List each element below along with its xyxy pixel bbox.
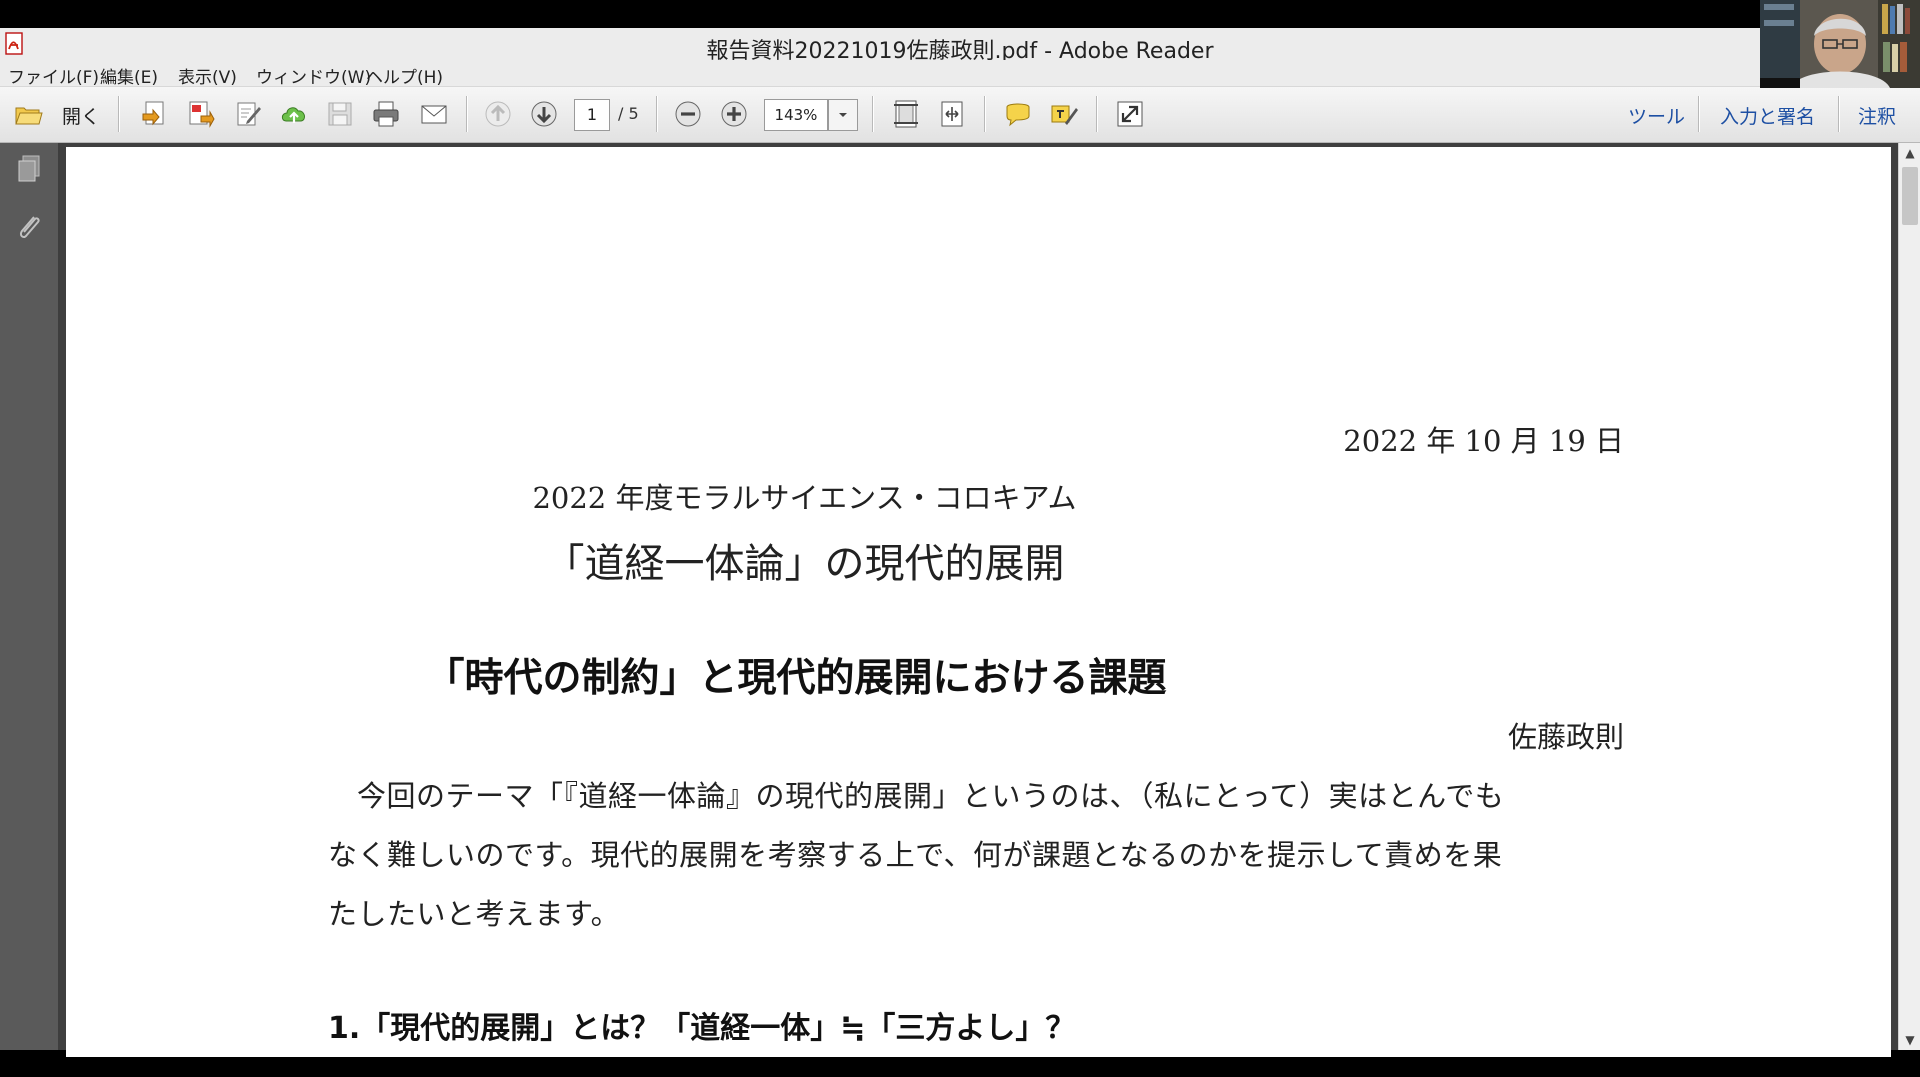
menu-view[interactable]: 表示(V) [178, 63, 237, 88]
zoom-out-icon [675, 101, 701, 127]
highlight-button[interactable] [1048, 98, 1080, 130]
fit-page-button[interactable] [890, 98, 922, 130]
fit-page-icon [894, 100, 918, 128]
email-icon [421, 105, 447, 124]
page-total: / 5 [618, 104, 639, 123]
print-icon [373, 101, 399, 127]
pages-panel-icon[interactable] [14, 153, 44, 187]
navigation-pane [0, 143, 60, 1050]
create-pdf-icon [142, 101, 164, 126]
full-screen-button[interactable] [1114, 98, 1146, 130]
fit-width-icon [941, 101, 963, 127]
toolbar-divider [984, 96, 986, 132]
document-date: 2022 年 10 月 19 日 [1343, 424, 1624, 458]
zoom-level-input[interactable]: 143% [764, 99, 828, 131]
open-button[interactable] [12, 98, 44, 130]
zoom-out-button[interactable] [672, 98, 704, 130]
fit-width-button[interactable] [936, 98, 968, 130]
scroll-thumb[interactable] [1902, 167, 1918, 225]
paragraph-line-1: 今回のテーマ「『道経一体論』の現代的展開」というのは、（私にとって）実はとんでも [357, 779, 1505, 813]
open-label[interactable]: 開く [62, 102, 100, 129]
menu-help[interactable]: ヘルプ(H) [366, 63, 443, 88]
event-title: 2022 年度モラルサイエンス・コロキアム [532, 481, 1077, 515]
toolbar: 開く 1 / 5 143% ツール 入力と署名 注釈 [0, 87, 1920, 143]
page-number-input[interactable]: 1 [574, 99, 610, 131]
export-pdf-icon [189, 101, 215, 128]
save-icon [328, 102, 352, 126]
comment-tab[interactable]: 注釈 [1858, 102, 1896, 129]
email-button[interactable] [418, 98, 450, 130]
previous-page-button[interactable] [482, 98, 514, 130]
export-pdf-button[interactable] [184, 98, 216, 130]
toolbar-divider [1698, 96, 1700, 132]
menu-bar: ファイル(F) 編集(E) 表示(V) ウィンドウ(W) ヘルプ(H) [0, 60, 1920, 88]
menu-window[interactable]: ウィンドウ(W) [256, 63, 371, 88]
document-viewer[interactable]: 2022 年 10 月 19 日 2022 年度モラルサイエンス・コロキアム 「… [60, 143, 1898, 1057]
scroll-down-button[interactable]: ▼ [1902, 1032, 1918, 1048]
zoom-dropdown-button[interactable] [828, 99, 858, 131]
create-pdf-button[interactable] [138, 98, 170, 130]
author-name: 佐藤政則 [1507, 720, 1624, 754]
edit-icon [237, 102, 261, 126]
presenter-video-image [1760, 0, 1920, 88]
document-heading: 「時代の制約」と現代的展開における課題 [425, 656, 1167, 701]
toolbar-divider [656, 96, 658, 132]
toolbar-divider [872, 96, 874, 132]
vertical-scrollbar[interactable]: ▲ ▼ [1898, 143, 1920, 1050]
toolbar-divider [466, 96, 468, 132]
zoom-in-icon [721, 101, 747, 127]
attachments-icon[interactable] [14, 211, 44, 245]
paragraph-line-3: たしたいと考えます。 [328, 897, 621, 931]
title-bar: 報告資料20221019佐藤政則.pdf - Adobe Reader [0, 28, 1920, 64]
highlight-icon [1051, 105, 1078, 125]
comment-button[interactable] [1002, 98, 1034, 130]
toolbar-divider [1096, 96, 1098, 132]
paragraph-line-2: なく難しいのです。現代的展開を考察する上で、何が課題となるのかを提示して責めを果 [328, 838, 1503, 872]
next-page-button[interactable] [528, 98, 560, 130]
chevron-down-icon [839, 113, 847, 117]
edit-button[interactable] [232, 98, 264, 130]
open-folder-icon [15, 107, 43, 125]
upload-button[interactable] [278, 98, 310, 130]
fill-sign-tab[interactable]: 入力と署名 [1720, 102, 1815, 129]
tools-tab[interactable]: ツール [1628, 102, 1685, 129]
comment-icon [1006, 103, 1030, 127]
screen: 報告資料20221019佐藤政則.pdf - Adobe Reader ファイル… [0, 0, 1920, 1077]
print-button[interactable] [370, 98, 402, 130]
pdf-page: 2022 年 10 月 19 日 2022 年度モラルサイエンス・コロキアム 「… [66, 147, 1891, 1057]
menu-file[interactable]: ファイル(F) [8, 63, 99, 88]
menu-edit[interactable]: 編集(E) [100, 63, 158, 88]
theme-title: 「道経一体論」の現代的展開 [544, 541, 1065, 587]
save-button[interactable] [324, 98, 356, 130]
full-screen-icon [1117, 101, 1143, 127]
next-page-icon [531, 101, 557, 127]
toolbar-divider [118, 96, 120, 132]
webcam-video [1760, 0, 1920, 88]
upload-cloud-icon [281, 107, 306, 123]
section-heading-1: 1.「現代的展開」とは？「道経一体」≒「三方よし」？ [328, 1011, 1076, 1046]
toolbar-divider [1838, 96, 1840, 132]
previous-page-icon [485, 101, 511, 127]
scroll-up-button[interactable]: ▲ [1902, 145, 1918, 161]
zoom-in-button[interactable] [718, 98, 750, 130]
